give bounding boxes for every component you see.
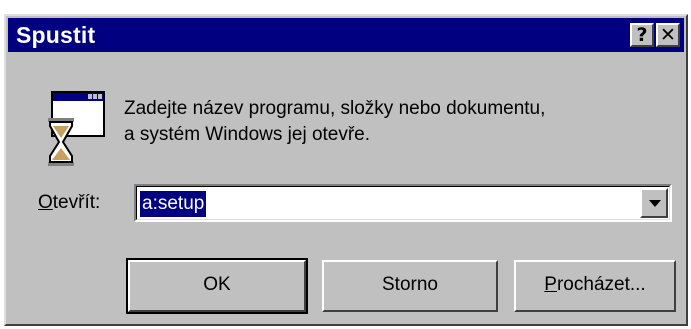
run-program-icon bbox=[48, 91, 105, 166]
run-dialog: Spustit ? ✕ Zadejte název programu, slož… bbox=[4, 14, 688, 326]
title-bar[interactable]: Spustit ? ✕ bbox=[8, 18, 684, 52]
close-icon: ✕ bbox=[660, 24, 676, 46]
help-icon: ? bbox=[636, 24, 648, 46]
ok-button[interactable]: OK bbox=[126, 258, 308, 314]
close-button[interactable]: ✕ bbox=[656, 23, 680, 47]
open-label-accelerator: O bbox=[38, 192, 53, 213]
cancel-button[interactable]: Storno bbox=[322, 260, 498, 312]
browse-label: rocházet... bbox=[556, 274, 646, 295]
browse-button[interactable]: Procházet... bbox=[514, 260, 676, 312]
dropdown-arrow-icon bbox=[649, 200, 661, 207]
open-label: Otevřít: bbox=[38, 192, 100, 214]
help-button[interactable]: ? bbox=[630, 23, 654, 47]
dropdown-button[interactable] bbox=[640, 188, 668, 218]
instruction-line-2: a systém Windows jej otevře. bbox=[124, 124, 371, 145]
browse-accelerator: P bbox=[544, 274, 557, 295]
combobox-field[interactable]: a:setup bbox=[136, 186, 670, 220]
instruction-line-1: Zadejte název programu, složky nebo doku… bbox=[124, 98, 546, 119]
open-label-text: tevřít: bbox=[52, 192, 101, 213]
instruction-text: Zadejte název programu, složky nebo doku… bbox=[124, 96, 545, 148]
open-combobox[interactable]: a:setup bbox=[134, 184, 672, 222]
open-input[interactable]: a:setup bbox=[140, 191, 207, 217]
window-title: Spustit bbox=[16, 22, 96, 48]
